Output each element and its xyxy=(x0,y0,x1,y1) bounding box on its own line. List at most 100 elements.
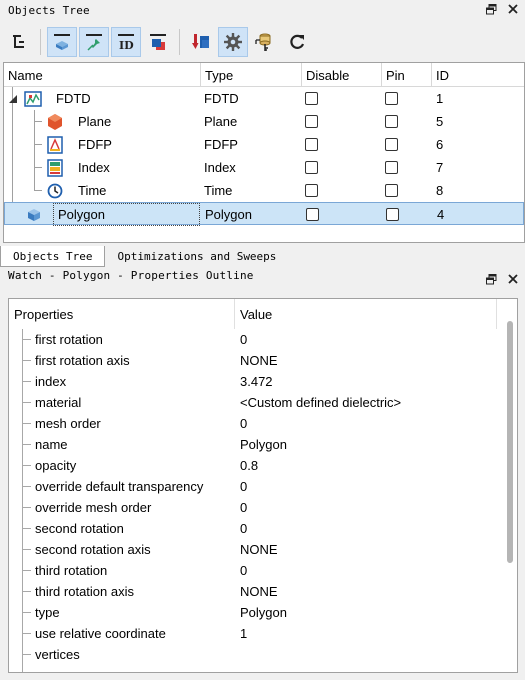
property-row[interactable]: third rotation 0 xyxy=(9,560,499,581)
property-value[interactable]: NONE xyxy=(240,350,278,371)
fdtd-icon xyxy=(24,87,42,110)
property-value[interactable]: Polygon xyxy=(240,602,287,623)
property-value[interactable]: 0 xyxy=(240,413,247,434)
disable-checkbox[interactable] xyxy=(305,92,318,105)
disable-checkbox[interactable] xyxy=(305,138,318,151)
property-row[interactable]: second rotation axis NONE xyxy=(9,539,499,560)
property-name: opacity xyxy=(35,458,77,473)
objects-tree-table: Name Type Disable Pin ID FDTD FDTD 1 Pla… xyxy=(3,62,525,243)
pin-checkbox[interactable] xyxy=(385,161,398,174)
pin-checkbox[interactable] xyxy=(385,138,398,151)
tree-branch-line xyxy=(22,612,31,613)
undock-icon[interactable] xyxy=(485,273,497,285)
disable-checkbox[interactable] xyxy=(306,208,319,221)
vertical-scrollbar[interactable] xyxy=(507,321,513,563)
tree-branch-line xyxy=(22,549,31,550)
property-value[interactable]: 0 xyxy=(240,518,247,539)
property-value[interactable]: 3.472 xyxy=(240,371,273,392)
property-value[interactable]: 0.8 xyxy=(240,455,258,476)
row-id: 1 xyxy=(436,91,444,106)
col-type[interactable]: Type xyxy=(201,63,302,87)
property-name: mesh order xyxy=(35,416,101,431)
tree-row-time[interactable]: Time Time 8 xyxy=(4,179,524,202)
tab-optimizations-and-sweeps[interactable]: Optimizations and Sweeps xyxy=(105,246,288,267)
property-row[interactable]: mesh order 0 xyxy=(9,413,499,434)
property-row[interactable]: type Polygon xyxy=(9,602,499,623)
sort-objects-icon[interactable] xyxy=(186,27,216,57)
row-id: 4 xyxy=(437,207,445,222)
property-row[interactable]: override mesh order 0 xyxy=(9,497,499,518)
tree-row-fdtd[interactable]: FDTD FDTD 1 xyxy=(4,87,524,110)
property-row[interactable]: first rotation axis NONE xyxy=(9,350,499,371)
tree-branch-line xyxy=(22,654,31,655)
show-structures-icon[interactable] xyxy=(47,27,77,57)
settings-gear-icon[interactable] xyxy=(218,27,248,57)
property-value[interactable]: NONE xyxy=(240,539,278,560)
toolbar-separator xyxy=(40,29,41,55)
property-name: second rotation xyxy=(35,521,124,536)
property-row[interactable]: vertices xyxy=(9,644,499,665)
disable-checkbox[interactable] xyxy=(305,115,318,128)
property-row[interactable]: third rotation axis NONE xyxy=(9,581,499,602)
property-row[interactable]: override default transparency 0 xyxy=(9,476,499,497)
col-value[interactable]: Value xyxy=(235,299,497,329)
property-name: override default transparency xyxy=(35,479,204,494)
property-row[interactable]: use relative coordinate 1 xyxy=(9,623,499,644)
pin-checkbox[interactable] xyxy=(385,115,398,128)
row-type: Polygon xyxy=(205,207,252,222)
property-name: third rotation axis xyxy=(35,584,134,599)
group-layers-icon[interactable] xyxy=(143,27,173,57)
tree-branch-line xyxy=(22,465,31,466)
property-value[interactable]: NONE xyxy=(240,581,278,602)
close-icon[interactable] xyxy=(507,3,519,15)
property-row[interactable]: material <Custom defined dielectric> xyxy=(9,392,499,413)
disable-checkbox[interactable] xyxy=(305,161,318,174)
undock-icon[interactable] xyxy=(485,3,497,15)
row-type: Plane xyxy=(204,114,238,129)
pin-checkbox[interactable] xyxy=(385,184,398,197)
property-value[interactable]: 1 xyxy=(240,623,247,644)
pin-objects-icon[interactable] xyxy=(79,27,109,57)
property-value[interactable]: 0 xyxy=(240,497,247,518)
property-row[interactable]: opacity 0.8 xyxy=(9,455,499,476)
database-key-icon[interactable] xyxy=(250,27,280,57)
property-row[interactable]: first rotation 0 xyxy=(9,329,499,350)
col-pin[interactable]: Pin xyxy=(382,63,432,87)
show-id-icon[interactable]: ID xyxy=(111,27,141,57)
col-disable[interactable]: Disable xyxy=(302,63,382,87)
tree-view-icon[interactable] xyxy=(4,27,34,57)
panel-tabs: Objects Tree Optimizations and Sweeps xyxy=(0,246,525,267)
tree-branch-line xyxy=(22,402,31,403)
collapse-arrow-icon[interactable] xyxy=(8,87,18,110)
tab-objects-tree[interactable]: Objects Tree xyxy=(0,246,106,267)
row-id: 8 xyxy=(436,183,444,198)
row-name: FDFP xyxy=(78,137,112,152)
tree-branch-line xyxy=(22,633,31,634)
col-properties[interactable]: Properties xyxy=(9,299,235,329)
property-value[interactable]: 0 xyxy=(240,476,247,497)
pin-checkbox[interactable] xyxy=(386,208,399,221)
property-row[interactable]: index 3.472 xyxy=(9,371,499,392)
property-name: vertices xyxy=(35,647,80,662)
tree-row-polygon[interactable]: Polygon Polygon 4 xyxy=(4,202,524,226)
pin-checkbox[interactable] xyxy=(385,92,398,105)
tree-row-plane[interactable]: Plane Plane 5 xyxy=(4,110,524,133)
property-value[interactable]: 0 xyxy=(240,329,247,350)
property-value[interactable]: Polygon xyxy=(240,434,287,455)
row-name: Plane xyxy=(78,114,112,129)
disable-checkbox[interactable] xyxy=(305,184,318,197)
property-name: type xyxy=(35,605,60,620)
close-icon[interactable] xyxy=(507,273,519,285)
tree-row-index[interactable]: Index Index 7 xyxy=(4,156,524,179)
property-name: use relative coordinate xyxy=(35,626,166,641)
property-value[interactable]: <Custom defined dielectric> xyxy=(240,392,401,413)
toolbar-separator xyxy=(179,29,180,55)
property-value[interactable]: 0 xyxy=(240,560,247,581)
tree-row-fdfp[interactable]: FDFP FDFP 6 xyxy=(4,133,524,156)
property-row[interactable]: name Polygon xyxy=(9,434,499,455)
col-name[interactable]: Name xyxy=(4,63,201,87)
objects-tree-titlebar: Objects Tree xyxy=(0,0,525,20)
col-id[interactable]: ID xyxy=(432,63,524,87)
property-row[interactable]: second rotation 0 xyxy=(9,518,499,539)
refresh-icon[interactable] xyxy=(282,27,312,57)
